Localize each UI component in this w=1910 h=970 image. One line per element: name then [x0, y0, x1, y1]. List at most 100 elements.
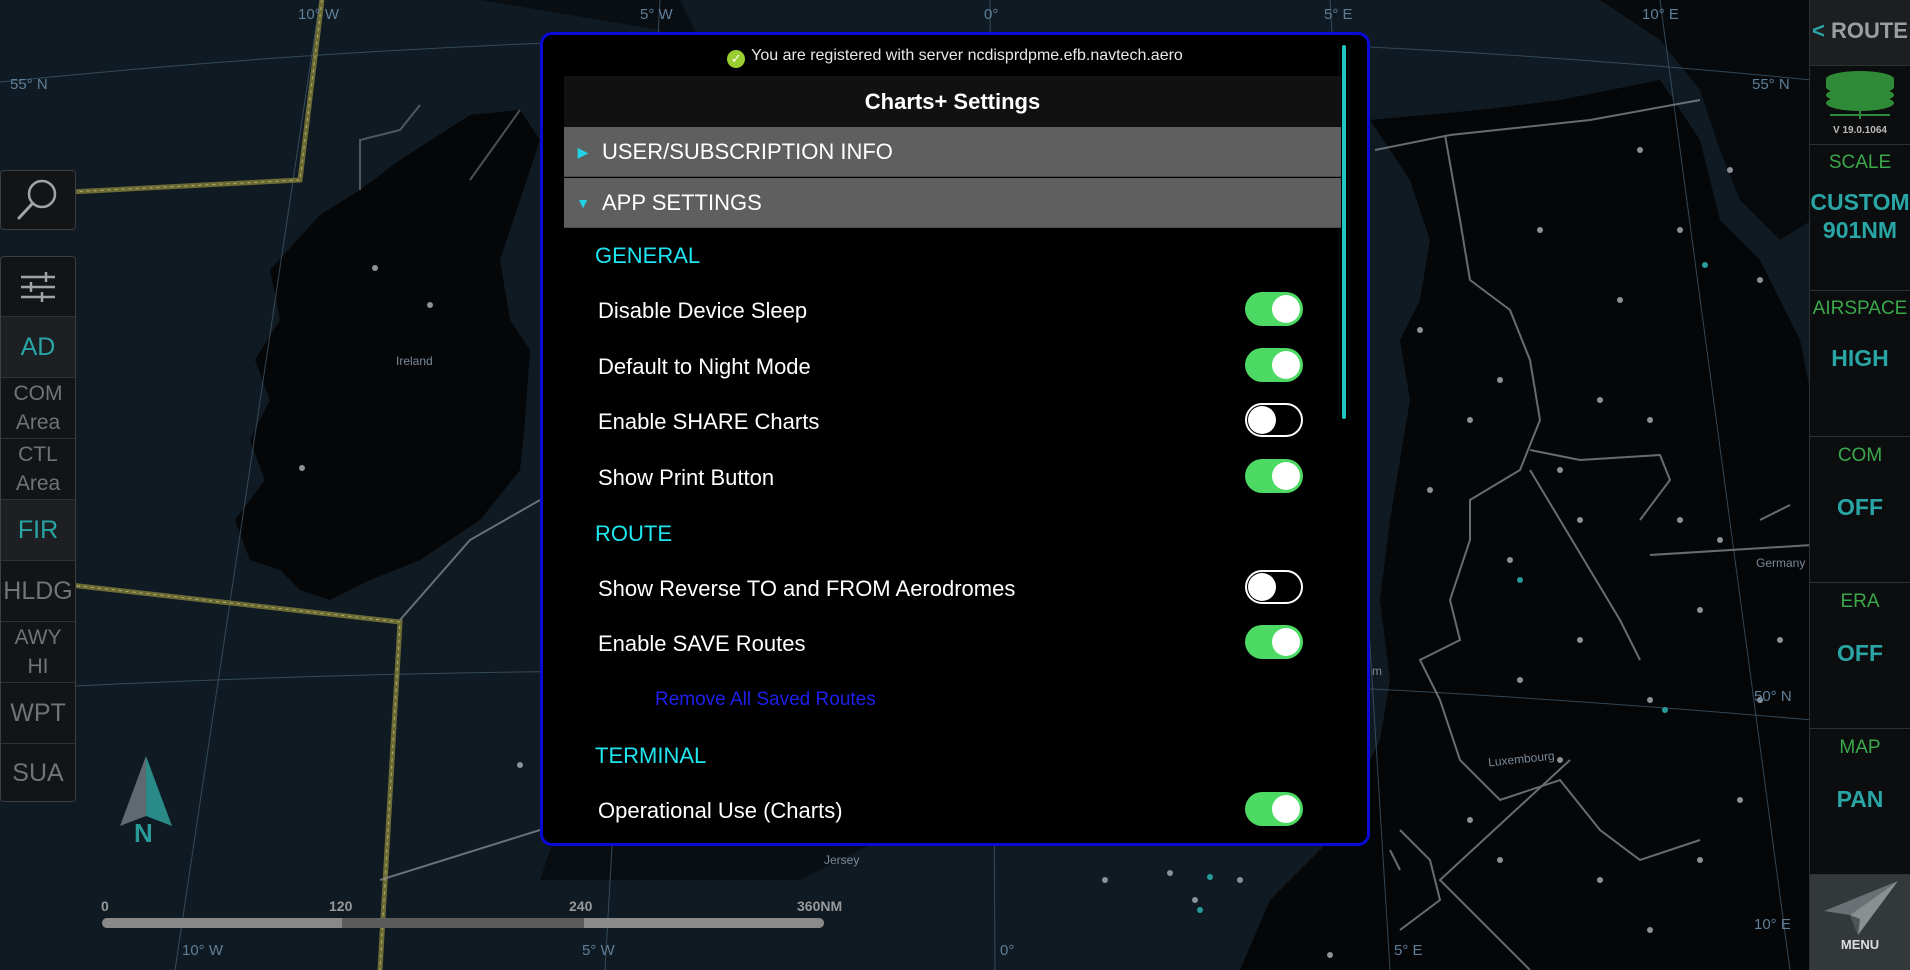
- registration-status: ✓ You are registered with server ncdisprd…: [543, 47, 1367, 68]
- layer-sua-button[interactable]: SUA: [1, 744, 75, 801]
- setting-label-night-mode: Default to Night Mode: [598, 354, 811, 379]
- lat-label-50n: 50° N: [1754, 688, 1792, 705]
- scale-button[interactable]: SCALE CUSTOM 901NM: [1810, 145, 1910, 291]
- toggle-reverse-to-from[interactable]: [1245, 570, 1303, 604]
- settings-dialog: ✓ You are registered with server ncdisprd…: [540, 32, 1370, 846]
- north-label: N: [134, 818, 153, 848]
- place-ireland: Ireland: [396, 354, 433, 368]
- section-app-settings-label: APP SETTINGS: [602, 190, 762, 215]
- scale-value-nm: 901NM: [1822, 217, 1898, 243]
- layer-ad-label: AD: [20, 333, 56, 361]
- triangle-down-icon: ▼: [576, 195, 590, 211]
- lon-label-bottom-10w: 10° W: [182, 942, 224, 959]
- dialog-title: Charts+ Settings: [564, 76, 1341, 127]
- database-icon: [1826, 71, 1894, 119]
- toggle-disable-sleep[interactable]: [1245, 292, 1303, 326]
- group-route-heading: ROUTE: [595, 521, 672, 546]
- scale-value-custom: CUSTOM: [1810, 189, 1910, 215]
- toggle-share-charts[interactable]: [1245, 403, 1303, 437]
- place-germany: Germany: [1756, 556, 1806, 570]
- scale-tick-360nm: 360NM: [797, 898, 843, 914]
- north-arrow-icon: [120, 756, 172, 826]
- menu-label: MENU: [1840, 937, 1880, 952]
- com-value: OFF: [1837, 494, 1883, 520]
- toggle-print-button[interactable]: [1245, 459, 1303, 493]
- chevron-left-icon: <: [1812, 18, 1825, 43]
- database-status[interactable]: V 19.0.1064: [1810, 66, 1910, 145]
- toggle-operational-use[interactable]: [1245, 792, 1303, 826]
- lat-label-55n-right: 55° N: [1752, 76, 1790, 93]
- lat-label-55n-left: 55° N: [10, 76, 48, 93]
- map-label: MAP: [1839, 737, 1881, 758]
- setting-label-reverse-to-from: Show Reverse TO and FROM Aerodromes: [598, 576, 1016, 601]
- layer-ctl-label-line2: Area: [15, 472, 61, 495]
- scale-bar: [102, 918, 824, 928]
- airspace-value: HIGH: [1831, 345, 1889, 371]
- lon-label-bottom-0: 0°: [1000, 942, 1015, 959]
- lon-label-bottom-5w: 5° W: [582, 942, 615, 959]
- section-user-subscription-info[interactable]: ▶ USER/SUBSCRIPTION INFO: [564, 127, 1341, 177]
- check-circle-icon: ✓: [727, 50, 746, 68]
- layer-sua-label: SUA: [12, 759, 64, 787]
- layer-wpt-label: WPT: [10, 699, 66, 727]
- layer-awy-label: AWY: [14, 626, 62, 649]
- right-panel: < ROUTE V 19.0.1064 SCALE CUSTOM 901NM A…: [1809, 0, 1910, 970]
- layer-fir-button[interactable]: FIR: [1, 500, 75, 561]
- route-button[interactable]: < ROUTE: [1810, 0, 1910, 66]
- layer-com-area-button[interactable]: COM Area: [1, 378, 75, 439]
- com-label: COM: [1837, 445, 1883, 466]
- search-icon: [17, 179, 57, 220]
- layer-hldg-button[interactable]: HLDG: [1, 561, 75, 622]
- scale-tick-120: 120: [329, 898, 353, 914]
- era-value: OFF: [1837, 640, 1883, 666]
- search-button[interactable]: [0, 170, 76, 230]
- layer-ctl-area-button[interactable]: CTL Area: [1, 439, 75, 500]
- scale-tick-0: 0: [101, 898, 109, 914]
- group-general-heading: GENERAL: [595, 243, 701, 268]
- route-label: ROUTE: [1830, 18, 1908, 43]
- setting-label-operational-use: Operational Use (Charts): [598, 798, 843, 823]
- dialog-scrollbar[interactable]: [1342, 45, 1346, 419]
- layer-hldg-label: HLDG: [3, 577, 73, 605]
- layer-settings-button[interactable]: [1, 257, 75, 317]
- layer-fir-label: FIR: [17, 516, 59, 544]
- lon-label-top-5e: 5° E: [1324, 6, 1353, 23]
- lon-label-top-5w: 5° W: [640, 6, 673, 23]
- airspace-button[interactable]: AIRSPACE HIGH: [1810, 291, 1910, 437]
- lon-label-top-10e: 10° E: [1642, 6, 1679, 23]
- remove-all-saved-routes-link[interactable]: Remove All Saved Routes: [655, 689, 876, 711]
- lon-label-bottom-10e: 10° E: [1754, 916, 1791, 933]
- layer-ctl-label: CTL: [18, 443, 58, 466]
- era-label: ERA: [1840, 591, 1880, 612]
- section-app-settings[interactable]: ▼ APP SETTINGS: [564, 178, 1341, 228]
- sliders-icon: [21, 271, 55, 302]
- menu-button[interactable]: MENU: [1810, 875, 1910, 970]
- layer-com-label: COM: [13, 382, 63, 405]
- lon-label-top-0: 0°: [984, 6, 999, 23]
- registration-status-text: You are registered with server ncdisprdp…: [751, 47, 1183, 64]
- layer-awy-hi-button[interactable]: AWY HI: [1, 622, 75, 683]
- airspace-label: AIRSPACE: [1812, 298, 1908, 319]
- setting-label-print-button: Show Print Button: [598, 465, 775, 490]
- era-button[interactable]: ERA OFF: [1810, 583, 1910, 729]
- layer-com-label-line2: Area: [15, 411, 61, 434]
- layer-toolbar: AD COM Area CTL Area FIR HLDG AWY HI WPT…: [0, 256, 76, 802]
- lon-label-top-10w: 10° W: [298, 6, 340, 23]
- setting-label-save-routes: Enable SAVE Routes: [598, 631, 806, 656]
- layer-awy-label-line2: HI: [27, 655, 49, 678]
- triangle-right-icon: ▶: [577, 144, 589, 160]
- setting-label-share-charts: Enable SHARE Charts: [598, 409, 820, 434]
- north-arrow-compass[interactable]: N: [116, 756, 176, 850]
- com-button[interactable]: COM OFF: [1810, 437, 1910, 583]
- place-partial: m: [1372, 664, 1382, 678]
- layer-wpt-button[interactable]: WPT: [1, 683, 75, 744]
- paper-plane-icon: [1824, 881, 1898, 935]
- setting-label-disable-sleep: Disable Device Sleep: [598, 298, 808, 323]
- scale-label: SCALE: [1828, 152, 1892, 173]
- toggle-night-mode[interactable]: [1245, 348, 1303, 382]
- section-user-subscription-label: USER/SUBSCRIPTION INFO: [602, 139, 893, 164]
- map-mode-button[interactable]: MAP PAN: [1810, 729, 1910, 875]
- place-jersey: Jersey: [824, 853, 860, 867]
- toggle-save-routes[interactable]: [1245, 625, 1303, 659]
- layer-ad-button[interactable]: AD: [1, 317, 75, 378]
